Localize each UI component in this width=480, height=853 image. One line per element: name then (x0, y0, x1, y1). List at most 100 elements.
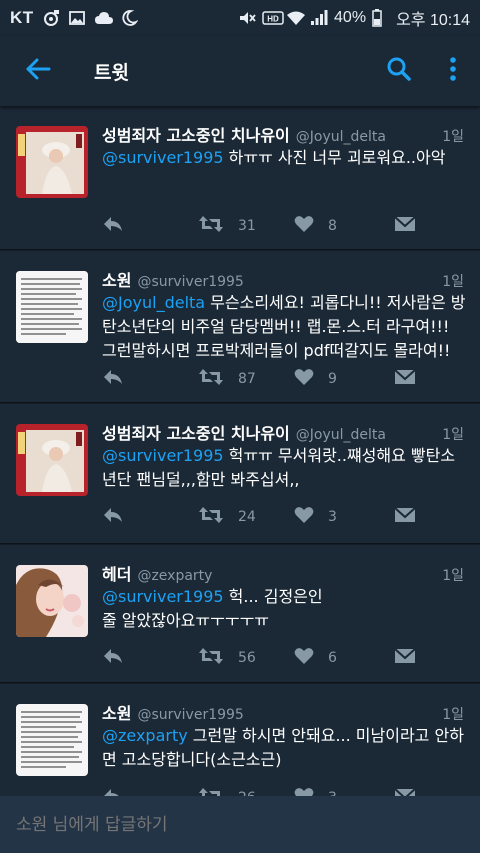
like-button[interactable]: 3 (294, 506, 390, 528)
mute-icon (238, 9, 256, 27)
reply-icon (102, 647, 124, 669)
reply-button[interactable] (102, 787, 198, 796)
hd-icon: HD (262, 9, 284, 27)
mention-link[interactable]: @surviver1995 (102, 446, 224, 465)
tweet-timestamp: 1일 (442, 427, 464, 443)
tweet-text: @zexparty 그런말 하시면 안돼요... 미남이라고 안하면 고소당합니… (102, 724, 468, 772)
avatar[interactable] (16, 704, 88, 776)
retweet-count: 31 (238, 218, 256, 234)
moon-icon (120, 9, 139, 27)
like-button[interactable]: 6 (294, 647, 390, 669)
direct-message-button[interactable] (394, 215, 416, 237)
avatar[interactable] (16, 271, 88, 343)
reply-icon (102, 787, 124, 796)
tweet-body: 하ㅠㅠ 사진 너무 괴로워요..아악 (223, 148, 446, 167)
reply-input[interactable] (16, 814, 456, 835)
avatar[interactable] (16, 565, 88, 637)
reply-icon (102, 215, 124, 237)
like-count: 3 (328, 509, 337, 525)
retweet-button[interactable]: 24 (198, 505, 294, 529)
tweet-item[interactable]: 헤더 @zexparty 1일 @surviver1995 헉... 김정은인줄… (0, 545, 480, 683)
tweet-author-handle[interactable]: @zexparty (137, 568, 212, 584)
cloud-notification-icon (94, 9, 113, 27)
like-button[interactable]: 3 (294, 787, 390, 796)
direct-message-button[interactable] (394, 506, 416, 528)
tweet-timestamp: 1일 (442, 707, 464, 723)
tweet-author-name[interactable]: 소원 (102, 700, 131, 724)
tweet-feed[interactable]: 성범죄자 고소중인 치나유이 @Joyul_delta 1일 @surviver… (0, 106, 480, 796)
more-vertical-icon (449, 56, 457, 86)
heart-icon (294, 368, 314, 390)
direct-message-button[interactable] (394, 368, 416, 390)
avatar[interactable] (16, 424, 88, 496)
retweet-icon (198, 646, 224, 670)
retweet-count: 87 (238, 371, 256, 387)
mention-link[interactable]: @zexparty (102, 726, 188, 745)
signal-icon (310, 9, 328, 27)
like-button[interactable]: 9 (294, 368, 390, 390)
mention-link[interactable]: @Joyul_delta (102, 293, 205, 312)
reply-button[interactable] (102, 506, 198, 528)
like-count: 8 (328, 218, 337, 234)
like-button[interactable]: 8 (294, 215, 390, 237)
retweet-icon (198, 505, 224, 529)
like-count: 6 (328, 650, 337, 666)
battery-percent: 40% (334, 9, 367, 26)
back-button[interactable] (0, 36, 76, 106)
gallery-notification-icon (68, 9, 86, 27)
svg-text:HD: HD (267, 15, 279, 24)
battery-icon (372, 9, 390, 27)
tweet-text: @Joyul_delta 무슨소리세요! 괴롭다니!! 저사람은 방탄소년단의 … (102, 291, 468, 363)
mention-link[interactable]: @surviver1995 (102, 148, 224, 167)
wifi-icon (286, 9, 306, 27)
direct-message-button[interactable] (394, 787, 416, 796)
carrier-label: KT (10, 8, 34, 27)
heart-icon (294, 215, 314, 237)
retweet-button[interactable]: 26 (198, 786, 294, 796)
heart-icon (294, 506, 314, 528)
reply-button[interactable] (102, 215, 198, 237)
tweet-text: @surviver1995 하ㅠㅠ 사진 너무 괴로워요..아악 (102, 146, 468, 170)
page-title: 트윗 (94, 61, 129, 84)
heart-icon (294, 787, 314, 796)
tweet-timestamp: 1일 (442, 274, 464, 290)
envelope-icon (394, 368, 416, 390)
mention-link[interactable]: @surviver1995 (102, 587, 224, 606)
tweet-actions: 31 8 (102, 214, 464, 238)
like-count: 9 (328, 371, 337, 387)
tweet-author-name[interactable]: 소원 (102, 267, 131, 291)
retweet-button[interactable]: 31 (198, 214, 294, 238)
retweet-count: 24 (238, 509, 256, 525)
tweet-author-name[interactable]: 헤더 (102, 561, 131, 585)
retweet-count: 56 (238, 650, 256, 666)
tweet-item[interactable]: 성범죄자 고소중인 치나유이 @Joyul_delta 1일 @surviver… (0, 106, 480, 250)
avatar[interactable] (16, 126, 88, 198)
tweet-actions: 56 6 (102, 646, 464, 670)
retweet-icon (198, 214, 224, 238)
search-button[interactable] (372, 36, 426, 106)
retweet-button[interactable]: 87 (198, 367, 294, 391)
envelope-icon (394, 647, 416, 669)
tweet-item[interactable]: 소원 @surviver1995 1일 @Joyul_delta 무슨소리세요!… (0, 251, 480, 403)
reply-icon (102, 368, 124, 390)
back-arrow-icon (25, 58, 51, 84)
tweet-text: @surviver1995 헉ㅠㅠ 무서워랏..쨰성해요 빻탄소년단 팬님덜,,… (102, 444, 468, 492)
tweet-author-handle[interactable]: @Joyul_delta (296, 427, 386, 443)
reply-button[interactable] (102, 647, 198, 669)
retweet-icon (198, 786, 224, 796)
retweet-button[interactable]: 56 (198, 646, 294, 670)
more-options-button[interactable] (426, 36, 480, 106)
envelope-icon (394, 506, 416, 528)
tweet-author-handle[interactable]: @surviver1995 (137, 707, 243, 723)
tweet-author-handle[interactable]: @Joyul_delta (296, 129, 386, 145)
tweet-item[interactable]: 소원 @surviver1995 1일 @zexparty 그런말 하시면 안돼… (0, 684, 480, 796)
clock-time: 오후 10:14 (396, 12, 470, 29)
tweet-text: @surviver1995 헉... 김정은인줄 알았잖아요ㅠㅜㅜㅜㅠ (102, 585, 330, 633)
tweet-author-handle[interactable]: @surviver1995 (137, 274, 243, 290)
reply-icon (102, 506, 124, 528)
tweet-author-name[interactable]: 성범죄자 고소중인 치나유이 (102, 122, 290, 146)
direct-message-button[interactable] (394, 647, 416, 669)
tweet-item[interactable]: 성범죄자 고소중인 치나유이 @Joyul_delta 1일 @surviver… (0, 404, 480, 544)
reply-button[interactable] (102, 368, 198, 390)
tweet-author-name[interactable]: 성범죄자 고소중인 치나유이 (102, 420, 290, 444)
